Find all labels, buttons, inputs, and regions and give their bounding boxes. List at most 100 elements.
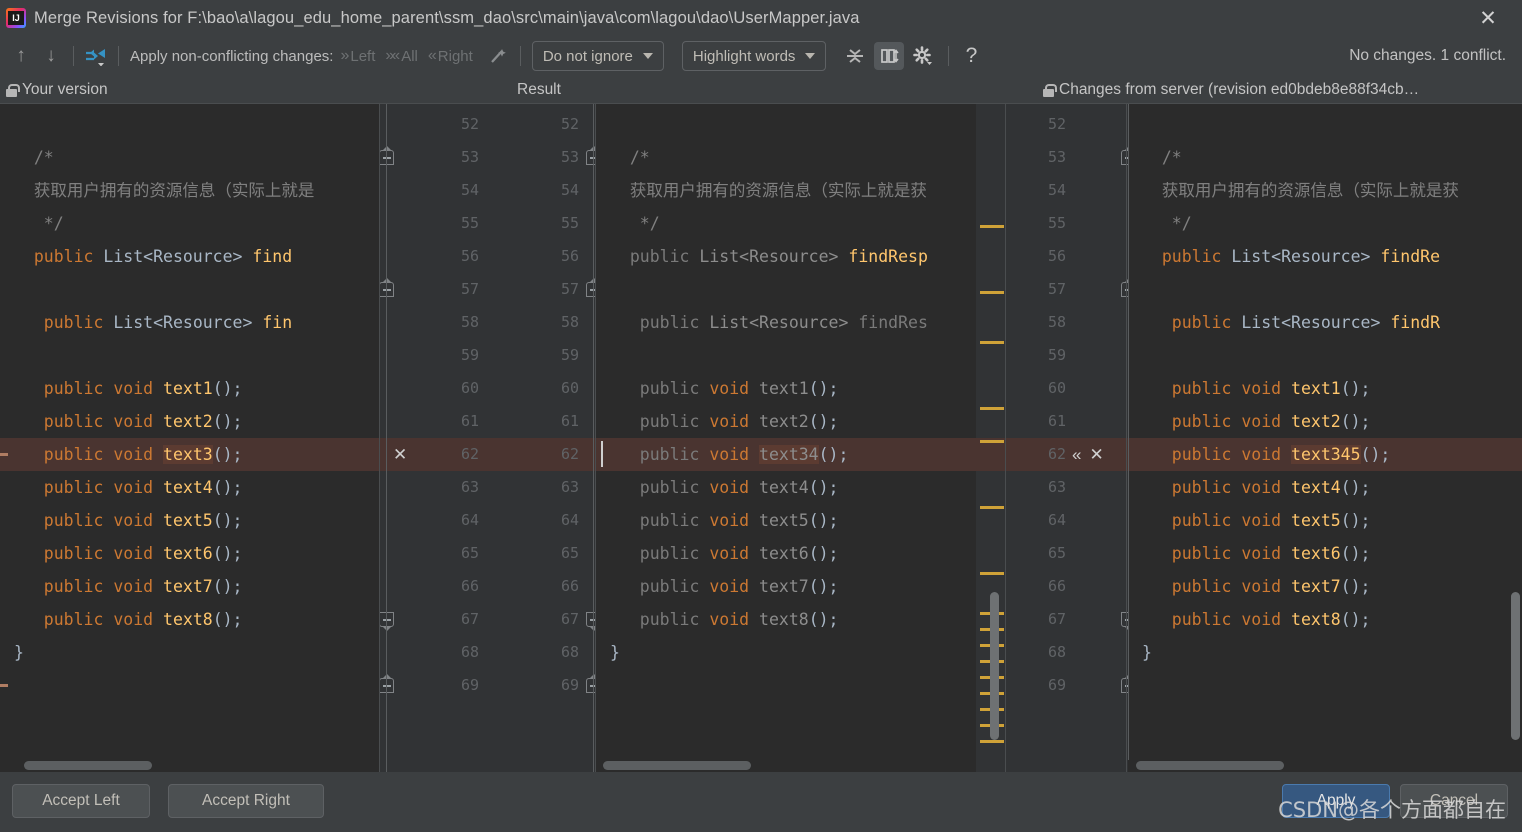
code-token: (); — [808, 610, 839, 629]
line-number-result-65: 65 — [560, 544, 579, 562]
code-token: */ — [1142, 214, 1192, 233]
code-token: public — [1142, 247, 1232, 266]
line-number-result-62: 62 — [560, 445, 579, 463]
apply-right-button[interactable]: « Right — [428, 47, 473, 65]
next-difference-icon[interactable]: ↓ — [36, 41, 66, 71]
change-marker[interactable] — [980, 341, 1004, 344]
accept-left-button[interactable]: Accept Left — [12, 784, 150, 818]
cancel-button[interactable]: Cancel — [1400, 784, 1508, 818]
line-number-result-55: 55 — [560, 214, 579, 232]
line-number-result-52: 52 — [560, 115, 579, 133]
code-token: findR — [1390, 313, 1441, 332]
line-number-gutter-right: 52 53 54 55 56 57 58 59 60 61 62 63 64 65 66 67 68 69 «✕ — [1006, 104, 1126, 772]
code-token: public — [610, 511, 710, 530]
mid-vertical-scrollbar-thumb[interactable] — [990, 592, 999, 740]
left-editor-pane[interactable]: /* 获取用户拥有的资源信息（实际上就是 */ public List<Reso… — [0, 104, 379, 772]
left-line-63: public void text4(); — [0, 471, 379, 504]
line-number-left-55: 55 — [460, 214, 479, 232]
code-token: text3 — [163, 445, 213, 464]
line-number-result-64: 64 — [560, 511, 579, 529]
mid-hscroll-track[interactable] — [596, 760, 976, 772]
code-token: (); — [818, 445, 849, 464]
gear-icon[interactable] — [908, 42, 938, 70]
chevron-down-icon — [642, 53, 653, 59]
right-vertical-scrollbar-thumb[interactable] — [1511, 592, 1520, 740]
left-fold-gutter[interactable]: ✕» — [379, 104, 409, 772]
right-line-68: } — [1128, 636, 1522, 669]
change-marker[interactable] — [980, 572, 1004, 575]
right-hscroll-thumb[interactable] — [1136, 761, 1284, 770]
code-token: text6 — [759, 544, 809, 563]
code-token: text6 — [1291, 544, 1341, 563]
accept-right-button[interactable]: Accept Right — [168, 784, 324, 818]
code-token: 获取用户拥有的资源信息（实际上就是获 — [1142, 181, 1459, 200]
help-icon[interactable]: ? — [956, 41, 986, 71]
result-line-59 — [596, 339, 976, 372]
ignore-left-change-icon[interactable]: ✕ — [393, 438, 407, 471]
accept-right-change-icon[interactable]: « — [1072, 438, 1081, 471]
magic-wand-icon[interactable] — [483, 41, 513, 71]
line-number-right-56: 56 — [1047, 247, 1066, 265]
collapse-unchanged-icon[interactable] — [840, 42, 870, 70]
right-line-63: public void text4(); — [1128, 471, 1522, 504]
change-marker-stack[interactable] — [980, 740, 1004, 743]
apply-left-button[interactable]: » Left — [340, 47, 375, 65]
code-token: text1 — [163, 379, 213, 398]
apply-button[interactable]: Apply — [1282, 784, 1390, 818]
close-icon[interactable]: ✕ — [1468, 0, 1508, 36]
right-editor-pane[interactable]: /* 获取用户拥有的资源信息（实际上就是获 */ public List<Res… — [1128, 104, 1522, 772]
ignore-right-change-icon[interactable]: ✕ — [1089, 438, 1103, 471]
right-line-64: public void text5(); — [1128, 504, 1522, 537]
apply-all-button[interactable]: »« All — [385, 47, 417, 65]
code-token: (); — [1340, 544, 1371, 563]
editor-columns-icon[interactable] — [874, 42, 905, 70]
result-line-62: public void text34(); — [596, 438, 976, 471]
result-line-58: public List<Resource> findRes — [596, 306, 976, 339]
right-line-60: public void text1(); — [1128, 372, 1522, 405]
code-token: */ — [610, 214, 660, 233]
line-number-right-67: 67 — [1047, 610, 1066, 628]
change-marker[interactable] — [980, 225, 1004, 228]
code-token: findRe — [1380, 247, 1441, 266]
code-token: void — [709, 478, 760, 497]
code-token: void — [709, 610, 760, 629]
change-marker[interactable] — [980, 291, 1004, 294]
code-token: (); — [1340, 412, 1371, 431]
result-editor-pane[interactable]: /* 获取用户拥有的资源信息（实际上就是获 */ public List<Res… — [596, 104, 976, 772]
highlight-policy-select[interactable]: Highlight words — [681, 41, 827, 71]
left-line-60: public void text1(); — [0, 372, 379, 405]
left-hscroll-track[interactable] — [0, 760, 379, 772]
pane-divider-3 — [1005, 104, 1006, 772]
line-number-left-69: 69 — [460, 676, 479, 694]
code-token: void — [709, 544, 760, 563]
previous-difference-icon[interactable]: ↑ — [6, 41, 36, 71]
intellij-idea-logo-icon — [6, 8, 26, 28]
left-hscroll-thumb[interactable] — [24, 761, 152, 770]
conflict-actions-right[interactable]: «✕ — [1072, 438, 1104, 471]
left-pane-title: Your version — [22, 81, 108, 98]
right-line-56: public List<Resource> findRe — [1128, 240, 1522, 273]
line-number-right-55: 55 — [1047, 214, 1066, 232]
code-token: (); — [1340, 478, 1371, 497]
ignore-policy-select[interactable]: Do not ignore — [531, 41, 664, 71]
code-token: public void — [14, 478, 164, 497]
result-line-65: public void text6(); — [596, 537, 976, 570]
change-marker[interactable] — [980, 440, 1004, 443]
code-token: (); — [1340, 511, 1371, 530]
right-hscroll-track[interactable] — [1128, 760, 1522, 772]
line-number-result-60: 60 — [560, 379, 579, 397]
apply-non-conflicting-icon[interactable] — [81, 41, 111, 71]
line-number-right-58: 58 — [1047, 313, 1066, 331]
code-token: } — [1142, 643, 1152, 662]
left-line-66: public void text7(); — [0, 570, 379, 603]
line-number-right-57: 57 — [1047, 280, 1066, 298]
change-marker[interactable] — [980, 506, 1004, 509]
code-token: public — [610, 478, 710, 497]
mid-hscroll-thumb[interactable] — [603, 761, 751, 770]
text-caret — [601, 441, 603, 467]
change-marker[interactable] — [980, 407, 1004, 410]
conflict-actions-left[interactable]: ✕» — [393, 438, 409, 471]
left-line-67: public void text8(); — [0, 603, 379, 636]
left-line-56: public List<Resource> find — [0, 240, 379, 273]
lock-icon-right — [1043, 83, 1057, 97]
